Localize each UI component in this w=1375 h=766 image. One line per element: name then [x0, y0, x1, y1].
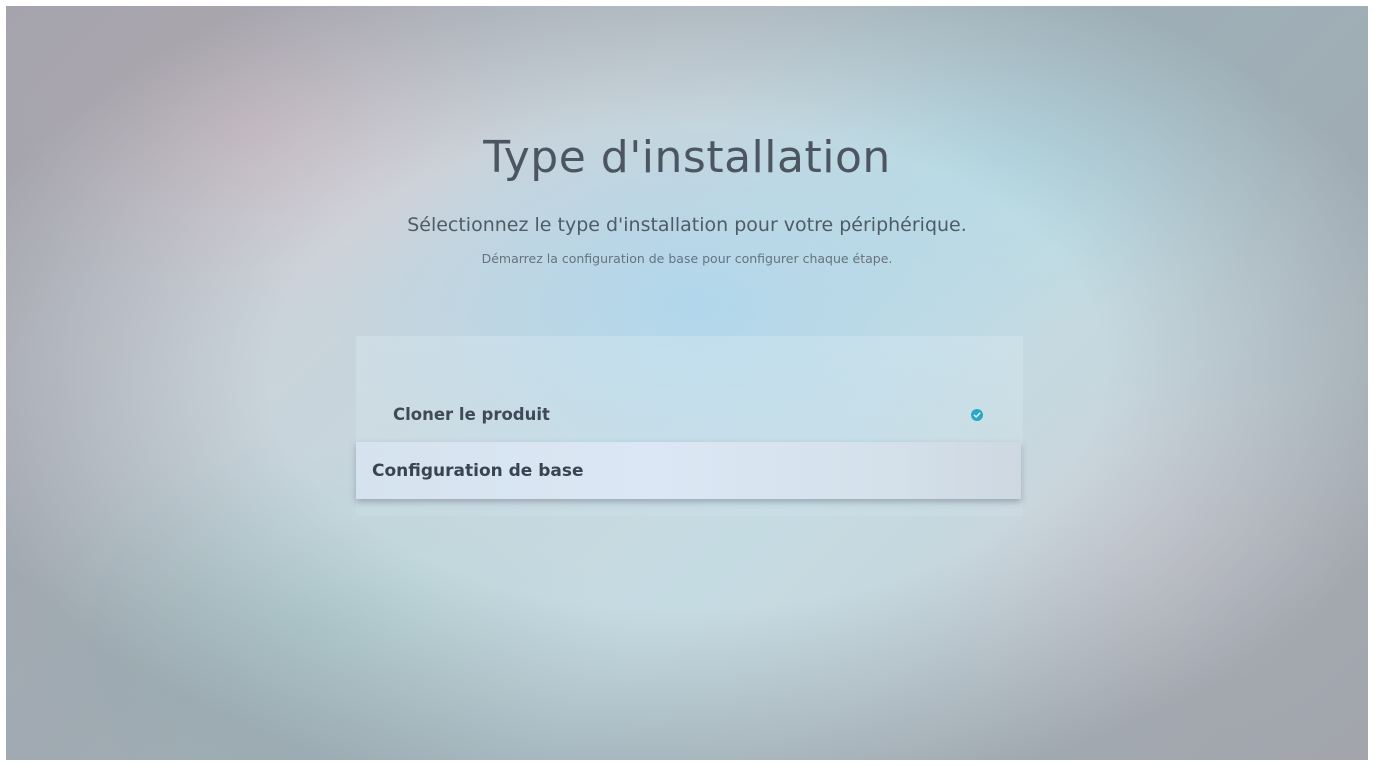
option-label: Cloner le produit: [393, 405, 550, 424]
installation-type-list: Cloner le produit Configuration de base: [356, 336, 1023, 516]
checkmark-circle-icon: [971, 408, 983, 421]
option-clone-product[interactable]: Cloner le produit: [356, 386, 1021, 443]
option-label: Configuration de base: [372, 460, 584, 481]
page-title: Type d'installation: [483, 132, 891, 183]
option-basic-configuration[interactable]: Configuration de base: [356, 442, 1021, 499]
tv-setup-screen: Type d'installation Sélectionnez le type…: [6, 6, 1368, 760]
page-subtitle: Sélectionnez le type d'installation pour…: [407, 214, 967, 236]
page-hint: Démarrez la configuration de base pour c…: [481, 251, 893, 266]
